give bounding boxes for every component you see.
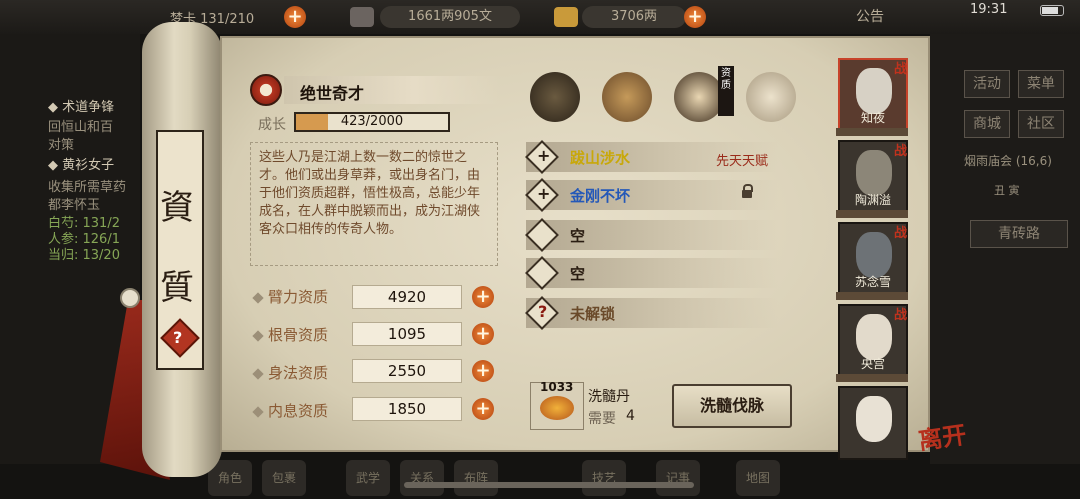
tassel-knot (120, 288, 140, 308)
portrait (856, 314, 892, 360)
attr-label: 根骨资质 (268, 326, 329, 344)
quest-title-1[interactable]: ◆ 术道争锋 (48, 96, 114, 115)
attr-plus-button[interactable]: + (472, 323, 494, 345)
gold-display: 3706两 (582, 6, 686, 28)
portrait (856, 150, 892, 196)
quest-line: 对策 (48, 138, 75, 153)
portrait (856, 68, 892, 114)
nav-skills[interactable]: 技艺 (582, 460, 626, 496)
clock: 19:31 (970, 2, 1008, 17)
meridian-body-icon[interactable] (746, 72, 796, 122)
skill-mark: + (537, 146, 551, 165)
skill-name: 空 (570, 265, 586, 283)
quest-line: 都李怀玉 (48, 198, 101, 213)
time-text: 丑 寅 (994, 184, 1020, 197)
skill-name: 跋山涉水 (570, 149, 631, 167)
skill-tag: 先天天赋 (716, 154, 769, 169)
party-bar (836, 128, 908, 136)
attr-plus-button[interactable]: + (472, 360, 494, 382)
silver-display: 1661两905文 (380, 6, 520, 28)
skill-slot-5[interactable] (526, 298, 778, 328)
nav-martial[interactable]: 武学 (346, 460, 390, 496)
party-member-5[interactable] (838, 386, 908, 460)
scroll-title-char: 資 (160, 188, 194, 228)
attr-value: 1095 (352, 322, 462, 346)
party-name: 苏念雪 (854, 275, 891, 289)
portrait (856, 396, 892, 442)
nav-formation[interactable]: 布阵 (454, 460, 498, 496)
community-button[interactable]: 社区 (1018, 110, 1064, 138)
scroll-title-char: 質 (160, 268, 194, 308)
need-value: 4 (626, 408, 635, 424)
party-name: 陶渊溢 (854, 193, 891, 207)
event-text: 烟雨庙会 (16,6) (964, 154, 1052, 168)
item-name: 洗髓丹 (588, 389, 630, 405)
skill-slot-3[interactable] (526, 220, 778, 250)
activity-button[interactable]: 活动 (964, 70, 1010, 98)
talent-description: 这些人乃是江湖上数一数二的惊世之才。他们或出身草莽，或出身名门，由于他们资质超群… (250, 142, 498, 266)
pill-icon (540, 396, 574, 420)
quest-title-2[interactable]: ◆ 黄衫女子 (48, 154, 114, 173)
notice-button[interactable]: 公告 (856, 6, 884, 26)
growth-label: 成长 (258, 117, 286, 133)
talent-name: 绝世奇才 (300, 84, 365, 103)
quest-line: 回恒山和百 (48, 120, 114, 135)
party-name: 央宫 (860, 357, 885, 371)
party-bar (836, 374, 908, 382)
item-count: 1033 (540, 380, 574, 394)
lock-icon (742, 184, 753, 198)
portrait (856, 232, 892, 278)
skill-name: 空 (570, 227, 586, 245)
gold-plus-button[interactable]: + (684, 6, 706, 28)
attr-label: 臂力资质 (268, 288, 329, 306)
gold-ingot-icon (554, 7, 578, 27)
silver-icon (350, 7, 374, 27)
attr-plus-button[interactable]: + (472, 286, 494, 308)
skill-name: 金刚不坏 (570, 187, 631, 205)
menu-button[interactable]: 菜单 (1018, 70, 1064, 98)
skill-slot-2[interactable] (526, 180, 778, 210)
nav-relation[interactable]: 关系 (400, 460, 444, 496)
attr-plus-button[interactable]: + (472, 398, 494, 420)
location-button[interactable]: 青砖路 (970, 220, 1068, 248)
aptitude-tab-badge: 资质 (718, 66, 734, 116)
book-box-icon[interactable] (602, 72, 652, 122)
nav-journal[interactable]: 记事 (656, 460, 700, 496)
party-name: 知夜 (860, 111, 885, 125)
nav-map[interactable]: 地图 (736, 460, 780, 496)
battery-icon (1040, 5, 1064, 16)
leave-button[interactable]: 离开 (916, 415, 968, 456)
war-tag: 战 (894, 226, 908, 241)
skill-slot-4[interactable] (526, 258, 778, 288)
nav-bag[interactable]: 包裹 (262, 460, 306, 496)
attr-label: 身法资质 (268, 364, 329, 382)
right-panel (930, 34, 1080, 464)
growth-value: 423/2000 (340, 114, 404, 129)
quest-line: 收集所需草药 (48, 180, 127, 195)
skill-mark: ? (538, 302, 548, 321)
home-indicator (404, 482, 694, 488)
stamina-plus-button[interactable]: + (284, 6, 306, 28)
war-tag: 战 (894, 144, 908, 159)
help-icon: ? (173, 328, 183, 347)
attr-label: 内息资质 (268, 402, 329, 420)
need-label: 需要 (588, 411, 616, 427)
attr-value: 1850 (352, 397, 462, 421)
attr-value: 2550 (352, 359, 462, 383)
yin-yang-icon (250, 74, 282, 106)
character-portrait-icon[interactable] (530, 72, 580, 122)
bagua-icon[interactable] (674, 72, 724, 122)
war-tag: 战 (894, 308, 908, 323)
war-tag: 战 (894, 62, 908, 77)
party-bar (836, 210, 908, 218)
quest-progress: 当归: 13/20 (48, 248, 120, 263)
skill-name: 未解锁 (570, 305, 616, 323)
skill-mark: + (537, 184, 551, 203)
wash-marrow-button[interactable]: 洗髓伐脉 (672, 384, 792, 428)
attr-value: 4920 (352, 285, 462, 309)
party-bar (836, 292, 908, 300)
shop-button[interactable]: 商城 (964, 110, 1010, 138)
